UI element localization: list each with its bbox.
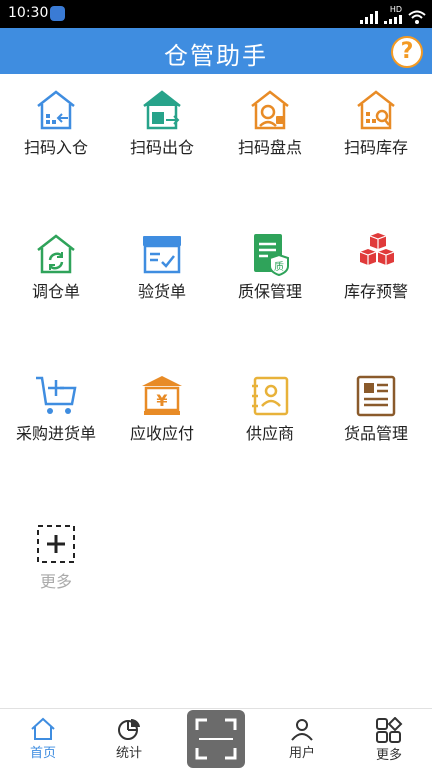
tile-label: 更多 [39, 572, 72, 591]
tile-goods[interactable]: 货品管理 [322, 374, 430, 464]
wifi-icon [408, 10, 426, 24]
hd-label: HD [389, 5, 402, 14]
scan-button[interactable] [187, 710, 245, 768]
tile-label: 扫码出仓 [129, 138, 194, 157]
tile-purchase[interactable]: 采购进货单 [2, 374, 110, 464]
home-icon [31, 717, 55, 740]
tile-scan-in[interactable]: 扫码入仓 [2, 88, 110, 178]
tab-stats[interactable]: 统计 [86, 709, 172, 769]
tile-transfer[interactable]: 调仓单 [2, 232, 110, 322]
tile-scan-stock[interactable]: 扫码库存 [322, 88, 430, 178]
add-more-icon [37, 525, 75, 563]
stock-alert-icon [359, 233, 395, 265]
tile-supplier[interactable]: 供应商 [216, 374, 324, 464]
tab-label: 用户 [288, 746, 315, 761]
tile-scan-count[interactable]: 扫码盘点 [216, 88, 324, 178]
goods-icon [356, 375, 396, 417]
apps-icon [376, 717, 403, 743]
status-time: 10:30 [8, 5, 49, 21]
tile-label: 调仓单 [31, 282, 80, 301]
supplier-icon [252, 376, 289, 416]
receivable-icon: ¥ [142, 376, 182, 415]
tile-stock-alert[interactable]: 库存预警 [322, 232, 430, 322]
signal-2-icon [384, 14, 402, 24]
warehouse-out-icon [143, 90, 181, 130]
tile-label: 扫码入仓 [23, 138, 88, 157]
tile-label: 质保管理 [237, 282, 302, 301]
user-icon [291, 719, 313, 741]
warranty-badge: 质 [274, 261, 284, 273]
inspect-icon [143, 236, 181, 274]
tile-inspect[interactable]: 验货单 [108, 232, 216, 322]
tile-label: 扫码库存 [343, 138, 408, 157]
svg-text:¥: ¥ [156, 391, 167, 410]
status-bar: 10:30 HD [0, 0, 432, 28]
tab-label: 更多 [375, 748, 402, 763]
warehouse-stock-icon [357, 90, 395, 130]
tab-home[interactable]: 首页 [0, 709, 86, 769]
tile-scan-out[interactable]: 扫码出仓 [108, 88, 216, 178]
tile-label: 扫码盘点 [237, 138, 302, 157]
warranty-icon: 质 [254, 234, 289, 276]
tab-label: 首页 [29, 746, 56, 761]
pie-chart-icon [118, 718, 140, 740]
signal-icon [360, 10, 378, 24]
tile-label: 验货单 [137, 282, 186, 301]
tile-warranty[interactable]: 质 质保管理 [216, 232, 324, 322]
tab-user[interactable]: 用户 [259, 709, 345, 769]
tile-label: 货品管理 [343, 424, 408, 443]
tile-label: 供应商 [245, 424, 294, 443]
tile-label: 应收应付 [129, 424, 194, 443]
warehouse-check-icon [251, 90, 289, 130]
tile-receivable[interactable]: ¥ 应收应付 [108, 374, 216, 464]
help-button[interactable]: ? [391, 36, 423, 68]
warehouse-in-icon [37, 90, 75, 130]
purchase-cart-icon [36, 376, 77, 414]
app-header: 仓管助手 [0, 28, 432, 74]
page-title: 仓管助手 [164, 42, 268, 70]
tab-label: 统计 [115, 746, 142, 761]
tile-label: 库存预警 [343, 282, 408, 301]
transfer-icon [37, 234, 75, 274]
scan-icon [195, 718, 237, 760]
tile-label: 采购进货单 [15, 424, 96, 443]
tab-more[interactable]: 更多 [346, 709, 432, 769]
tile-more[interactable]: 更多 [2, 522, 110, 612]
status-icons: HD [360, 4, 426, 24]
notification-app-icon [50, 6, 65, 21]
